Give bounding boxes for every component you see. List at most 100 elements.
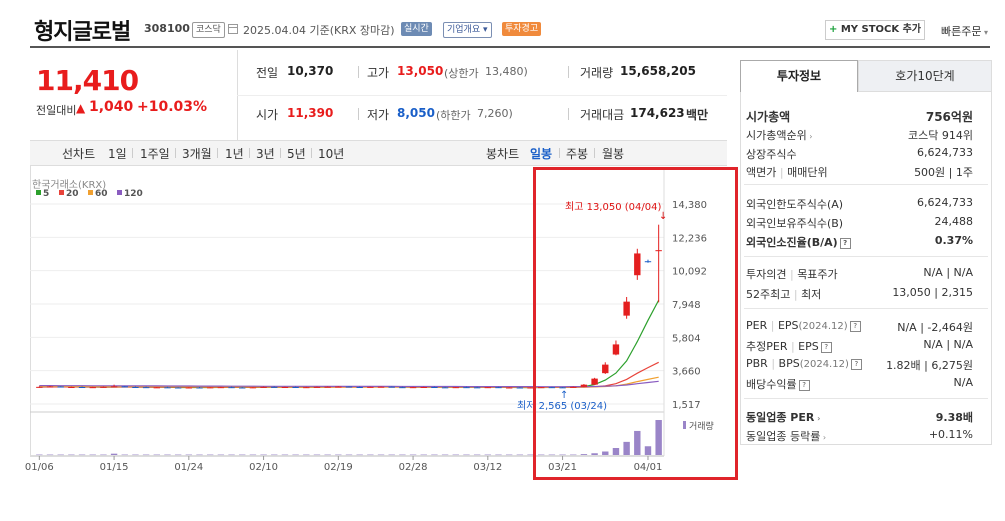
volume-bar [132,454,139,456]
ma-legend-label-5: 5 [43,189,49,199]
market-cap-rank-label: 시가총액순위 [746,129,807,142]
x-tick-label: 03/12 [473,462,502,473]
quick-order-button[interactable]: 빠른주문 ▾ [941,23,988,39]
volume-bar [185,454,193,456]
volume-bar [206,454,214,456]
per-eps-label: PER | EPS(2024.12)? [746,319,861,332]
volume-bar [441,454,449,456]
candle-body [399,387,406,389]
volume-bar [409,454,417,456]
volume-bar [100,454,107,456]
industry-rate-value: +0.11% [928,428,973,441]
est-per-eps-value: N/A | N/A [923,338,973,351]
x-tick-label: 02/10 [249,462,278,473]
help-icon[interactable]: ? [850,358,862,370]
shares-value: 6,624,733 [917,146,973,159]
per-eps-value: N/A | -2,464원 [897,321,973,334]
candle-body [431,387,438,389]
foreign-limit-label: 외국인한도주식수(A) [746,198,844,211]
ma-legend-label-120: 120 [124,189,143,199]
candle-body [217,387,225,389]
dividend-text: 배당수익률 [746,378,797,391]
volume-bar [36,454,43,456]
volume-bar [110,453,118,455]
candle-body [495,387,502,389]
foreign-rate-value: 0.37% [934,234,973,247]
foreign-hold-label: 외국인보유주식수(B) [746,217,844,230]
volume-bar [121,454,128,456]
market-cap-value: 756억원 [925,110,973,124]
help-icon[interactable]: ? [839,237,851,249]
x-tick-label: 02/28 [399,462,428,473]
ma-legend-label-20: 20 [66,189,79,199]
volume-bar [292,454,299,456]
ma-legend-swatch-60 [88,190,93,195]
market-cap-rank-value: 코스닥 914위 [908,129,973,142]
volume-bar [367,454,374,456]
volume-bar [281,454,289,456]
plus-icon: + [828,24,841,35]
panel-divider [744,184,988,185]
help-icon[interactable]: ? [798,379,810,391]
volume-bar [260,454,267,456]
bps-year: (2024.12) [799,359,849,370]
pbr-bps-value: 1.82배 | 6,275원 [886,359,973,372]
chevron-right-icon: › [814,414,821,423]
add-mystock-button[interactable]: + MY STOCK 추가 [825,20,925,40]
help-icon[interactable]: ? [849,320,861,332]
volume-bar [68,454,75,456]
volume-bar [505,454,513,456]
candle-body [36,386,43,388]
ma-legend-swatch-120 [117,190,122,195]
candle-body [409,387,417,389]
tab-orderbook[interactable]: 호가10단계 [858,60,992,92]
industry-per-value: 9.38배 [935,411,973,424]
highlight-box [533,167,738,480]
est-eps-label: EPS [798,340,819,353]
foreign-limit-value: 6,624,733 [917,196,973,209]
candle-body [153,387,160,389]
volume-bar [399,454,406,456]
industry-rate-link[interactable]: 동일업종 등락률 › [746,428,826,444]
volume-bar [303,454,310,456]
candle-body [78,387,86,389]
volume-bar [164,454,171,456]
candle-body [121,386,128,388]
volume-bar [89,454,96,456]
ma-legend-swatch-5 [36,190,41,195]
volume-bar [335,454,342,456]
mystock-label: MY STOCK 추가 [840,24,922,35]
volume-bar [452,454,459,456]
candle-body [142,387,150,389]
market-cap-rank-link[interactable]: 시가총액순위 › [746,127,812,143]
candle-body [228,387,235,389]
eps-year: (2024.12) [798,321,848,332]
volume-bar [345,454,353,456]
volume-bar [324,454,331,456]
shares-label: 상장주식수 [746,148,797,161]
volume-bar [516,454,524,456]
candle-body [206,387,214,389]
volume-bar [249,454,257,456]
candle-body [345,386,353,388]
candle-body [239,387,246,389]
industry-per-link[interactable]: 동일업종 PER › [746,409,820,425]
volume-bar [78,454,86,456]
opinion-target-value: N/A | N/A [923,266,973,279]
x-tick-label: 01/06 [25,462,54,473]
pbr-label: PBR [746,357,768,370]
candle-body [463,387,470,389]
volume-bar [356,454,363,456]
candle-body [420,387,427,389]
opinion-label: 투자의견 [746,268,787,281]
help-icon[interactable]: ? [820,341,832,353]
candle-body [271,386,278,388]
tab-invest-info[interactable]: 투자정보 [740,60,858,92]
bps-label: BPS [778,357,800,370]
candle-body [313,386,321,388]
dividend-label: 배당수익률? [746,376,810,392]
par-unit-value: 500원 | 1주 [914,166,973,179]
eps-label: EPS [777,319,799,332]
candle-body [505,387,513,389]
candle-body [196,387,203,389]
